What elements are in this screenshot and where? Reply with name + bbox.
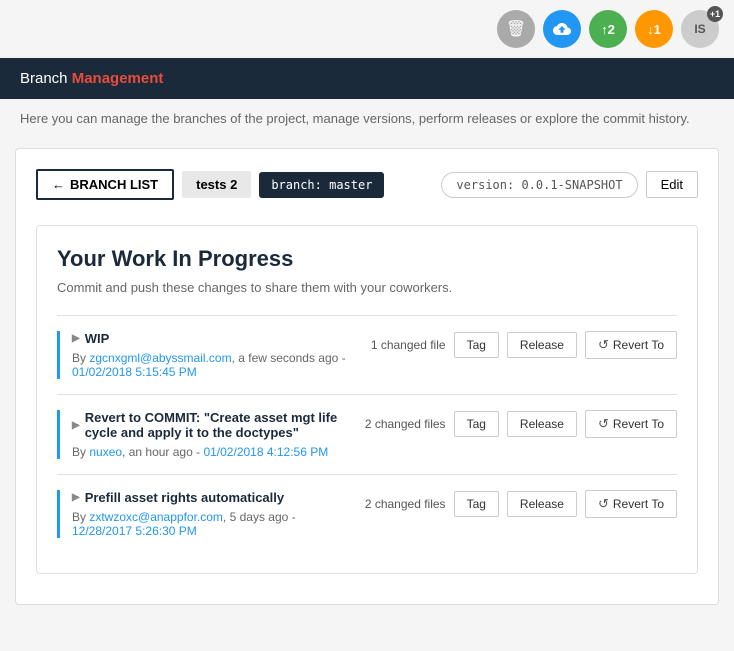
release-button-2[interactable]: Release	[507, 411, 577, 437]
up-count-button[interactable]: ↑2	[589, 10, 627, 48]
user-initials: IS	[694, 22, 705, 36]
revert-label-3: Revert To	[613, 497, 664, 511]
commit-meta-1: By zgcnxgml@abyssmail.com, a few seconds…	[72, 351, 356, 379]
revert-icon-3: ↺	[598, 496, 609, 512]
commit-actions-1: 1 changed file Tag Release ↺ Revert To	[371, 331, 677, 359]
commit-row-3: Prefill asset rights automatically By zx…	[57, 474, 677, 553]
nav-row: BRANCH LIST tests 2 branch: master versi…	[36, 169, 698, 200]
changed-files-1: 1 changed file	[371, 338, 446, 352]
edit-button[interactable]: Edit	[646, 171, 698, 198]
commit-time-1: a few seconds ago	[238, 351, 338, 365]
down-count-label: ↓1	[647, 22, 661, 37]
main-card: BRANCH LIST tests 2 branch: master versi…	[15, 148, 719, 605]
commit-time-2: an hour ago	[129, 445, 193, 459]
top-toolbar: 🗑 ↑2 ↓1 IS +1	[0, 0, 734, 58]
revert-icon-2: ↺	[598, 416, 609, 432]
user-button[interactable]: IS +1	[681, 10, 719, 48]
commit-left-1: WIP By zgcnxgml@abyssmail.com, a few sec…	[57, 331, 356, 379]
commit-actions-2: 2 changed files Tag Release ↺ Revert To	[365, 410, 677, 438]
changed-files-3: 2 changed files	[365, 497, 446, 511]
commit-date-3[interactable]: 12/28/2017 5:26:30 PM	[72, 524, 197, 538]
revert-button-1[interactable]: ↺ Revert To	[585, 331, 677, 359]
tag-button-3[interactable]: Tag	[454, 491, 499, 517]
revert-button-2[interactable]: ↺ Revert To	[585, 410, 677, 438]
release-button-1[interactable]: Release	[507, 332, 577, 358]
branch-list-button[interactable]: BRANCH LIST	[36, 169, 174, 200]
commit-time-3: 5 days ago	[230, 510, 289, 524]
commit-meta-3: By zxtwzoxc@anappfor.com, 5 days ago - 1…	[72, 510, 350, 538]
tag-button-2[interactable]: Tag	[454, 411, 499, 437]
tag-button-1[interactable]: Tag	[454, 332, 499, 358]
release-button-3[interactable]: Release	[507, 491, 577, 517]
branch-code: branch: master	[259, 172, 384, 198]
revert-label-2: Revert To	[613, 417, 664, 431]
header-title-highlight: Management	[72, 70, 164, 87]
commit-actions-3: 2 changed files Tag Release ↺ Revert To	[365, 490, 677, 518]
commit-title-3[interactable]: Prefill asset rights automatically	[72, 490, 350, 505]
user-badge: +1	[707, 6, 723, 22]
commit-author-3[interactable]: zxtwzoxc@anappfor.com	[89, 510, 223, 524]
commit-title-1[interactable]: WIP	[72, 331, 356, 346]
branch-display-name: tests 2	[182, 171, 251, 198]
page-description: Here you can manage the branches of the …	[0, 99, 734, 138]
wip-section: Your Work In Progress Commit and push th…	[36, 225, 698, 574]
header-bar: Branch Management	[0, 58, 734, 99]
commit-row: WIP By zgcnxgml@abyssmail.com, a few sec…	[57, 315, 677, 394]
wip-subtitle: Commit and push these changes to share t…	[57, 280, 677, 295]
commit-left-3: Prefill asset rights automatically By zx…	[57, 490, 350, 538]
wip-title: Your Work In Progress	[57, 246, 677, 272]
commit-row-2: Revert to COMMIT: "Create asset mgt life…	[57, 394, 677, 474]
revert-label-1: Revert To	[613, 338, 664, 352]
down-count-button[interactable]: ↓1	[635, 10, 673, 48]
trash-button[interactable]: 🗑	[497, 10, 535, 48]
revert-icon-1: ↺	[598, 337, 609, 353]
upload-button[interactable]	[543, 10, 581, 48]
commit-left-2: Revert to COMMIT: "Create asset mgt life…	[57, 410, 350, 459]
commit-date-1[interactable]: 01/02/2018 5:15:45 PM	[72, 365, 197, 379]
commit-date-2[interactable]: 01/02/2018 4:12:56 PM	[203, 445, 328, 459]
version-badge: version: 0.0.1-SNAPSHOT	[441, 172, 637, 198]
commit-author-2[interactable]: nuxeo	[89, 445, 122, 459]
version-info: version: 0.0.1-SNAPSHOT Edit	[441, 171, 698, 198]
upload-icon	[553, 20, 571, 38]
up-count-label: ↑2	[601, 22, 615, 37]
revert-button-3[interactable]: ↺ Revert To	[585, 490, 677, 518]
commit-author-1[interactable]: zgcnxgml@abyssmail.com	[89, 351, 231, 365]
changed-files-2: 2 changed files	[365, 417, 446, 431]
commit-meta-2: By nuxeo, an hour ago - 01/02/2018 4:12:…	[72, 445, 350, 459]
branch-list-label: BRANCH LIST	[70, 177, 158, 192]
commit-title-2[interactable]: Revert to COMMIT: "Create asset mgt life…	[72, 410, 350, 440]
